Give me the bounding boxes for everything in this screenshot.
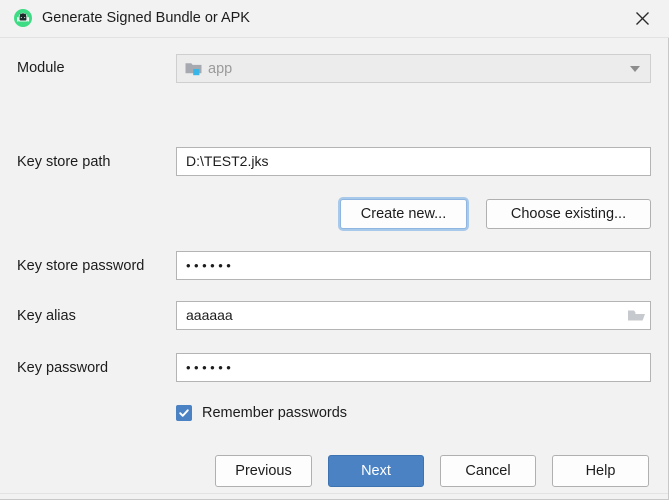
module-value: app <box>208 60 233 77</box>
dialog-titlebar: Generate Signed Bundle or APK <box>0 0 669 38</box>
key-store-path-label: Key store path <box>17 154 111 170</box>
key-password-label: Key password <box>17 360 109 376</box>
key-store-password-label: Key store password <box>17 258 145 274</box>
chevron-down-icon[interactable] <box>630 65 640 72</box>
create-new-button[interactable]: Create new... <box>340 199 467 229</box>
key-alias-input[interactable]: aaaaaa <box>176 301 651 330</box>
choose-existing-button[interactable]: Choose existing... <box>486 199 651 229</box>
remember-passwords-label: Remember passwords <box>202 405 348 421</box>
close-icon[interactable] <box>625 4 659 32</box>
remember-passwords-checkbox[interactable]: Remember passwords <box>176 402 347 424</box>
next-button[interactable]: Next <box>328 455 424 487</box>
dialog-title: Generate Signed Bundle or APK <box>42 10 250 26</box>
key-alias-label: Key alias <box>17 308 76 324</box>
module-combobox[interactable]: app <box>176 54 651 83</box>
folder-icon[interactable] <box>627 307 646 324</box>
generate-signed-bundle-dialog: Generate Signed Bundle or APK Module app… <box>0 0 669 500</box>
android-studio-icon <box>13 8 33 28</box>
key-password-input[interactable]: •••••• <box>176 353 651 382</box>
key-store-password-input[interactable]: •••••• <box>176 251 651 280</box>
key-store-path-input[interactable]: D:\TEST2.jks <box>176 147 651 176</box>
footer-divider <box>0 493 668 494</box>
module-label: Module <box>17 60 65 76</box>
checkmark-icon <box>176 405 192 421</box>
help-button[interactable]: Help <box>552 455 649 487</box>
previous-button[interactable]: Previous <box>215 455 312 487</box>
cancel-button[interactable]: Cancel <box>440 455 536 487</box>
module-folder-icon <box>185 61 202 76</box>
key-alias-field-group: aaaaaa <box>176 301 651 330</box>
